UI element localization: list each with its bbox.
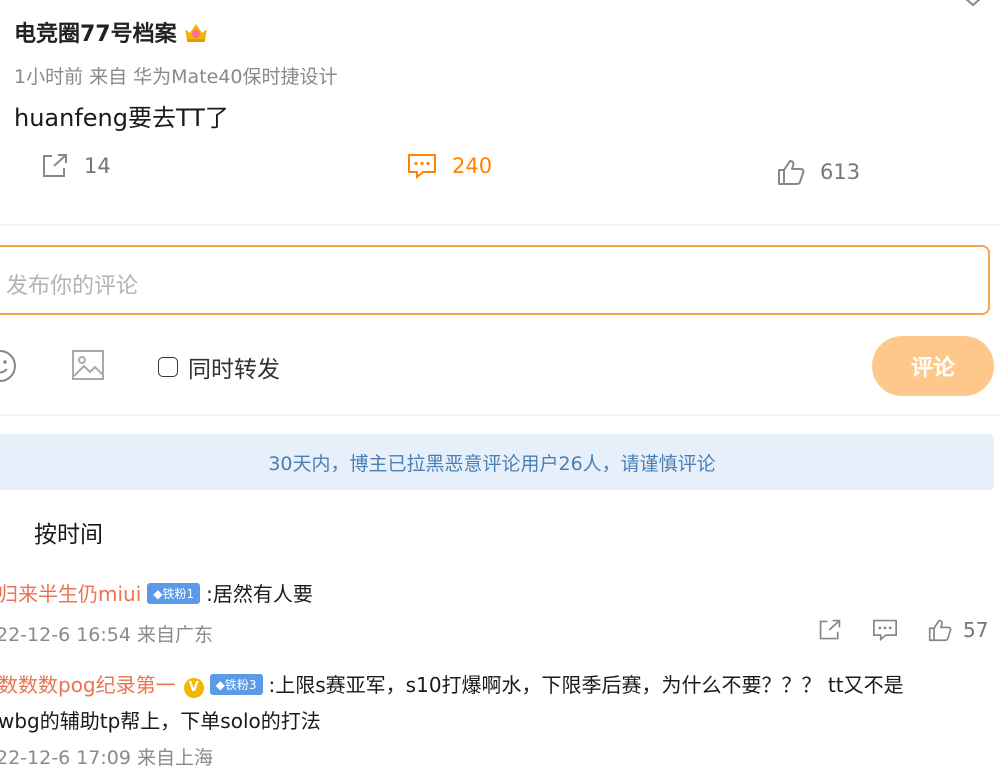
post-meta: 1小时前 来自 华为Mate40保时捷设计 <box>14 66 338 88</box>
fan-badge-label: 铁粉1 <box>162 587 195 601</box>
thumbs-up-icon <box>778 160 805 185</box>
share-count: 14 <box>84 154 111 178</box>
divider <box>0 224 1000 226</box>
submit-comment-button[interactable]: 评论 <box>872 336 994 396</box>
thumbs-up-icon <box>928 619 952 642</box>
divider <box>0 414 1000 416</box>
chevron-down-icon[interactable] <box>962 0 984 12</box>
comment-actions: 57 <box>817 618 988 642</box>
comment-item: 归来半生仍miui ◆铁粉1:居然有人要 <box>0 578 313 607</box>
repost-toggle[interactable]: 同时转发 <box>158 350 280 384</box>
verified-badge-icon: V <box>183 678 204 698</box>
share-button[interactable]: 14 <box>40 152 111 180</box>
comment-button[interactable]: 240 <box>406 152 492 180</box>
reply-icon[interactable] <box>871 618 899 642</box>
comment-input[interactable] <box>0 245 990 315</box>
like-button[interactable]: 613 <box>776 158 860 186</box>
repost-label: 同时转发 <box>188 357 280 383</box>
comment-like-button[interactable]: 57 <box>927 618 988 642</box>
comment-icon <box>408 154 436 180</box>
post-author[interactable]: 电竞圈77号档案 <box>14 16 209 48</box>
comment-username[interactable]: 归来半生仍miui <box>0 582 141 606</box>
comment-count: 240 <box>452 154 493 178</box>
comment-text: :上限s赛亚军，s10打爆啊水，下限季后赛，为什么不要？？？ tt又不是 <box>268 673 904 697</box>
repost-checkbox[interactable] <box>158 357 178 377</box>
emoji-icon[interactable] <box>0 348 18 384</box>
crown-badge-icon <box>183 20 209 44</box>
fan-badge: ◆铁粉1 <box>147 583 201 604</box>
comment-item: 数数数pog纪录第一 V ◆铁粉3:上限s赛亚军，s10打爆啊水，下限季后赛，为什么… <box>0 669 904 698</box>
comment-username[interactable]: 数数数pog纪录第一 <box>0 673 176 697</box>
comment-text: :居然有人要 <box>206 582 313 606</box>
author-name[interactable]: 电竞圈77号档案 <box>14 22 177 47</box>
share-icon[interactable] <box>817 618 843 642</box>
comment-meta: 22-12-6 17:09 来自上海 <box>0 747 213 769</box>
like-count: 613 <box>820 160 861 184</box>
fan-badge: ◆铁粉3 <box>209 674 263 695</box>
post-text: huanfeng要去TT了 <box>14 104 229 132</box>
comment-input-placeholder: 发布你的评论 <box>6 274 139 299</box>
sort-by-time[interactable]: 按时间 <box>34 515 103 549</box>
share-icon <box>43 154 67 177</box>
blocked-users-notice: 30天内，博主已拉黑恶意评论用户26人，请谨慎评论 <box>0 434 994 490</box>
comment-like-count: 57 <box>963 618 989 642</box>
comment-text-continued: wbg的辅助tp帮上，下单solo的打法 <box>0 709 321 733</box>
image-icon[interactable] <box>70 348 106 382</box>
fan-badge-label: 铁粉3 <box>224 678 257 692</box>
comment-meta: 22-12-6 16:54 来自广东 <box>0 624 213 646</box>
